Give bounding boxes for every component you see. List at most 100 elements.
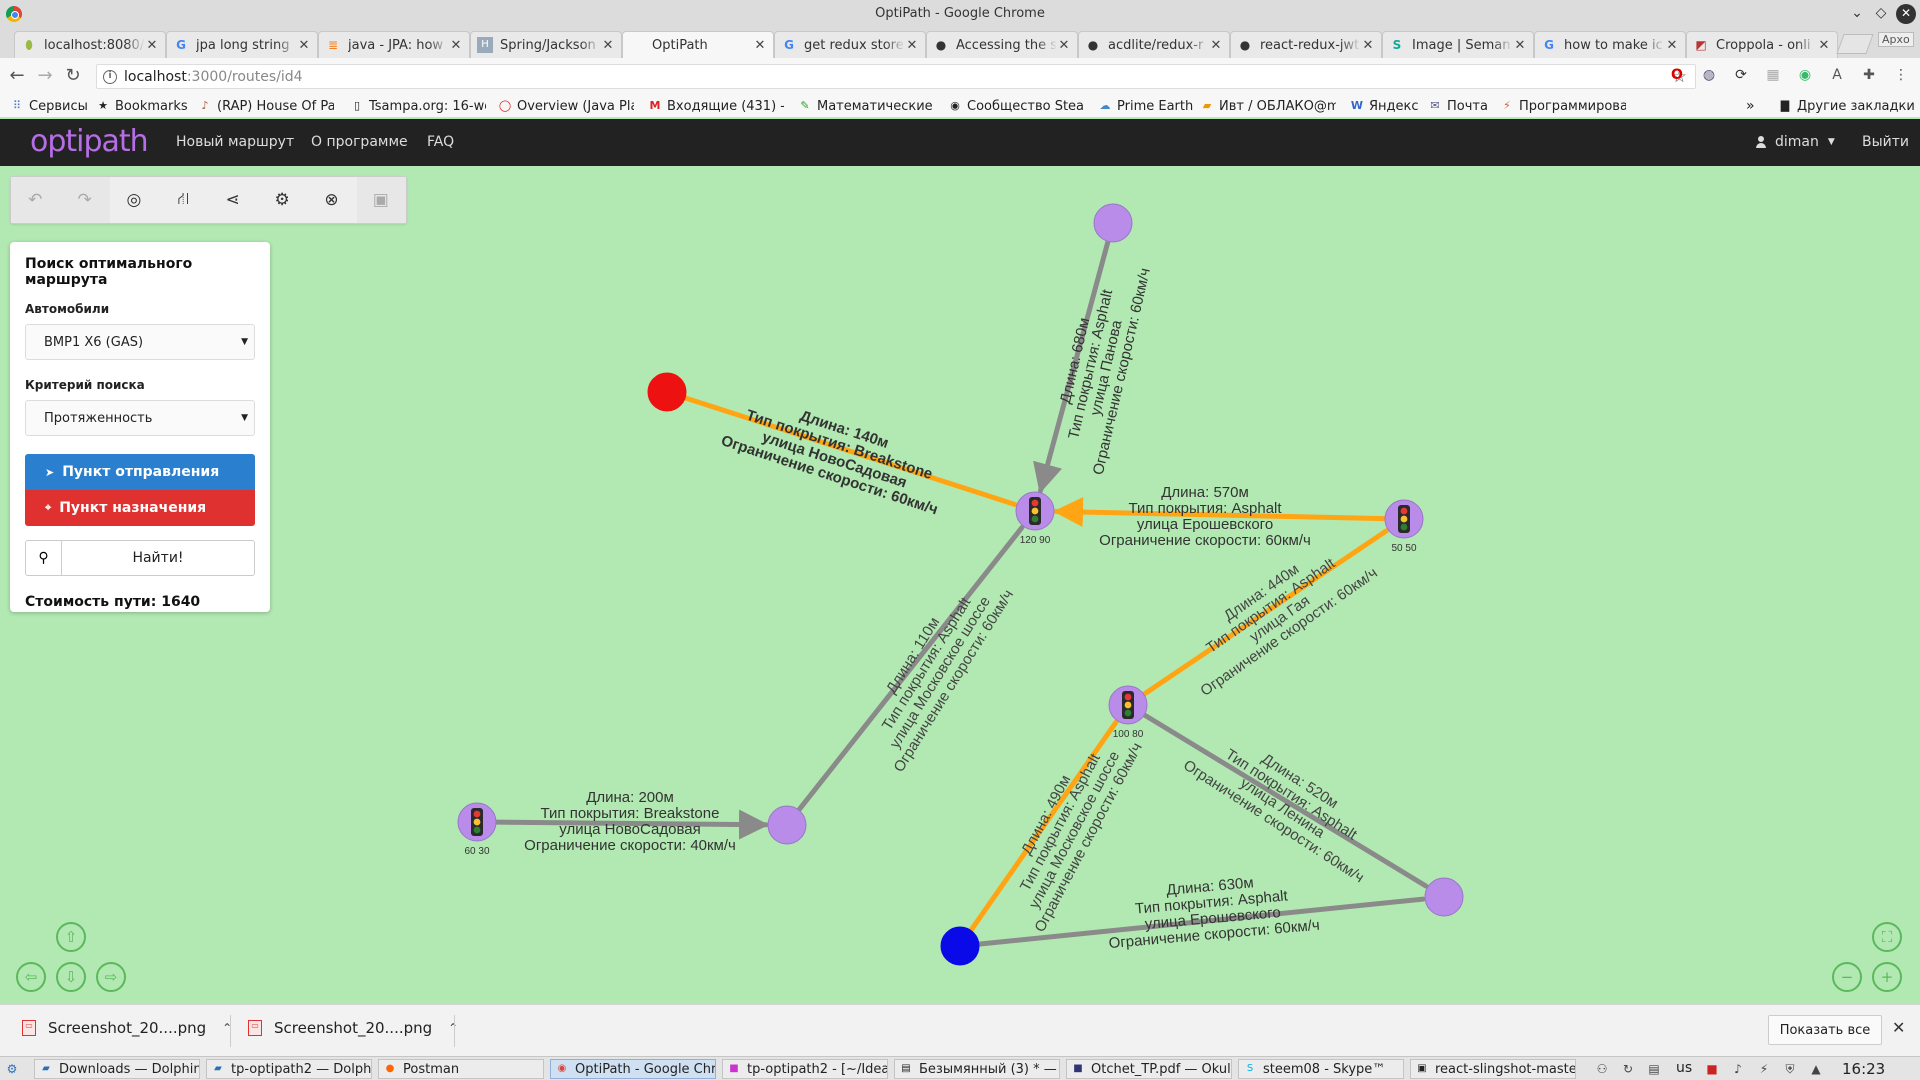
close-tab-icon[interactable]: ✕ [449, 38, 463, 53]
traffic-light-node[interactable] [457, 802, 497, 842]
browser-tab[interactable]: ● Accessing the s ✕ [926, 31, 1078, 58]
find-button[interactable]: Найти! [62, 550, 254, 566]
origin-button[interactable]: ➤ Пункт отправления [25, 454, 255, 490]
menu-dots-icon[interactable]: ⋮ [1892, 66, 1910, 84]
taskbar-item[interactable]: ▰ tp-optipath2 — Dolphin [206, 1059, 372, 1079]
forward-icon[interactable]: → [34, 65, 56, 87]
tray-expand-icon[interactable]: ▲ [1808, 1061, 1824, 1077]
close-tab-icon[interactable]: ✕ [1817, 38, 1831, 53]
bookmark-item[interactable]: W Яндекс [1350, 97, 1419, 115]
extension-icon[interactable]: ◉ [1796, 66, 1814, 84]
close-tab-icon[interactable]: ✕ [1361, 38, 1375, 53]
close-tab-icon[interactable]: ✕ [905, 38, 919, 53]
pan-right-icon[interactable]: ⇨ [96, 962, 126, 992]
power-icon[interactable]: ⚡ [1756, 1061, 1772, 1077]
save-icon[interactable]: ▣ [356, 177, 406, 223]
nav-about[interactable]: О программе [311, 134, 408, 150]
clear-icon[interactable]: ⊗ [307, 177, 356, 223]
browser-tab[interactable]: Ghow to make ic ✕ [1534, 31, 1686, 58]
extension-icon[interactable]: ▦ [1764, 66, 1782, 84]
browser-tab[interactable]: ● acdlite/redux-r ✕ [1078, 31, 1230, 58]
keyboard-layout[interactable]: us [1676, 1060, 1692, 1076]
destination-node[interactable] [940, 926, 980, 966]
info-icon[interactable]: i [103, 69, 117, 84]
shield-icon[interactable]: ⛨ [1782, 1061, 1798, 1077]
close-tab-icon[interactable]: ✕ [145, 38, 159, 53]
maximize-icon[interactable]: ◇ [1872, 4, 1890, 22]
address-bar[interactable]: i localhost:3000/routes/id4 ☆ [96, 64, 1696, 89]
kde-menu-icon[interactable]: ⚙ [4, 1061, 20, 1077]
bookmark-item[interactable]: ☁ Prime Earth [1098, 97, 1198, 115]
minimize-icon[interactable]: ⌄ [1848, 4, 1866, 22]
volume-icon[interactable]: ♪ [1730, 1061, 1746, 1077]
share-icon[interactable]: ⋖ [209, 177, 258, 223]
browser-tab[interactable]: ⬮ localhost:8080/✕ [14, 31, 166, 58]
close-tab-icon[interactable]: ✕ [1209, 38, 1223, 53]
more-bookmarks-icon[interactable]: » [1746, 97, 1755, 115]
back-icon[interactable]: ← [6, 65, 28, 87]
close-tab-icon[interactable]: ✕ [297, 38, 311, 53]
download-item[interactable]: ▭Screenshot_20....png⌃ [248, 1019, 458, 1037]
network-icon[interactable]: ⚇ [1594, 1061, 1610, 1077]
user-menu[interactable]: diman ▼ [1755, 134, 1835, 150]
bookmark-item[interactable]: ✉ Почта [1428, 97, 1488, 115]
graph-node[interactable] [767, 805, 807, 845]
undo-icon[interactable]: ↶ [11, 177, 61, 223]
traffic-light-node[interactable] [1108, 685, 1148, 725]
taskbar-item[interactable]: ● Postman [378, 1059, 544, 1079]
bookmark-item[interactable]: ⠿ Сервисы [10, 97, 88, 115]
bookmark-item[interactable]: ⚡ Программирован [1500, 97, 1626, 115]
browser-tab[interactable]: Gget redux store ✕ [774, 31, 926, 58]
extension-icon[interactable]: ◍ [1700, 66, 1718, 84]
target-icon[interactable]: ◎ [110, 177, 159, 223]
zoom-out-icon[interactable]: − [1832, 962, 1862, 992]
sync-icon[interactable]: ↻ [1620, 1061, 1636, 1077]
opera-icon[interactable]: O [1668, 66, 1686, 84]
close-tab-icon[interactable]: ✕ [1665, 38, 1679, 53]
nav-new-route[interactable]: Новый маршрут [176, 134, 294, 150]
graph-node[interactable] [1093, 203, 1133, 243]
browser-tab[interactable]: S Image | Seman ✕ [1382, 31, 1534, 58]
show-all-downloads-button[interactable]: Показать все [1768, 1015, 1882, 1045]
clipboard-icon[interactable]: ▤ [1646, 1061, 1662, 1077]
settings-gears-icon[interactable]: ⚙ [258, 177, 307, 223]
extension-icon[interactable]: ⟳ [1732, 66, 1750, 84]
new-tab-button[interactable] [1836, 34, 1874, 54]
browser-tab[interactable]: H Spring/Jackson ✕ [470, 31, 622, 58]
bookmark-item[interactable]: ▰ Ивт / ОБЛАКО@ma [1200, 97, 1336, 115]
translate-icon[interactable]: A [1828, 66, 1846, 84]
graph-node[interactable] [1424, 877, 1464, 917]
app-logo[interactable]: optipath [30, 124, 149, 159]
taskbar-item[interactable]: ▤ Безымянный (3) * — K [894, 1059, 1060, 1079]
taskbar-item[interactable]: Ssteem08 - Skype™ [1238, 1059, 1404, 1079]
close-tab-icon[interactable]: ✕ [1057, 38, 1071, 53]
bookmark-item[interactable]: ◯Overview (Java Platf [498, 97, 634, 115]
bookmark-item[interactable]: ♪(RAP) House Of Pain [198, 97, 334, 115]
taskbar-item[interactable]: ■ Otchet_TP.pdf — Okular [1066, 1059, 1232, 1079]
zoom-in-icon[interactable]: + [1872, 962, 1902, 992]
close-window-icon[interactable]: ✕ [1896, 4, 1916, 24]
redo-icon[interactable]: ↷ [60, 177, 110, 223]
logout-link[interactable]: Выйти [1862, 134, 1909, 150]
other-bookmarks[interactable]: ▇ Другие закладки [1778, 97, 1915, 115]
route-map[interactable]: 120 90 50 50 100 80 60 30 Длина: 680м Тип по… [0, 166, 1920, 1004]
car-select[interactable]: BMP1 X6 (GAS) ▼ [25, 324, 255, 360]
route-graph[interactable]: 120 90 50 50 100 80 60 30 Длина: 680мТип по… [0, 166, 1920, 1004]
puzzle-icon[interactable]: ✚ [1860, 66, 1878, 84]
pan-up-icon[interactable]: ⇧ [56, 922, 86, 952]
traffic-light-node[interactable] [1384, 499, 1424, 539]
browser-tab[interactable]: ≣ java - JPA: how ✕ [318, 31, 470, 58]
road-icon[interactable]: ⛙ [159, 177, 208, 223]
close-tab-icon[interactable]: ✕ [753, 38, 767, 53]
reload-icon[interactable]: ↻ [62, 65, 84, 87]
bookmark-item[interactable]: ★ Bookmarks [96, 97, 188, 115]
notification-icon[interactable]: ■ [1704, 1061, 1720, 1077]
taskbar-item-active[interactable]: ◉OptiPath - Google Chrome [550, 1059, 716, 1079]
close-tab-icon[interactable]: ✕ [601, 38, 615, 53]
taskbar-item[interactable]: ▣ react-slingshot-master [1410, 1059, 1576, 1079]
download-item[interactable]: ▭Screenshot_20....png⌃ [22, 1019, 232, 1037]
profile-button[interactable]: Архо [1878, 32, 1914, 47]
destination-button[interactable]: ⌖ Пункт назначения [25, 490, 255, 526]
pan-down-icon[interactable]: ⇩ [56, 962, 86, 992]
traffic-light-node[interactable] [1015, 491, 1055, 531]
